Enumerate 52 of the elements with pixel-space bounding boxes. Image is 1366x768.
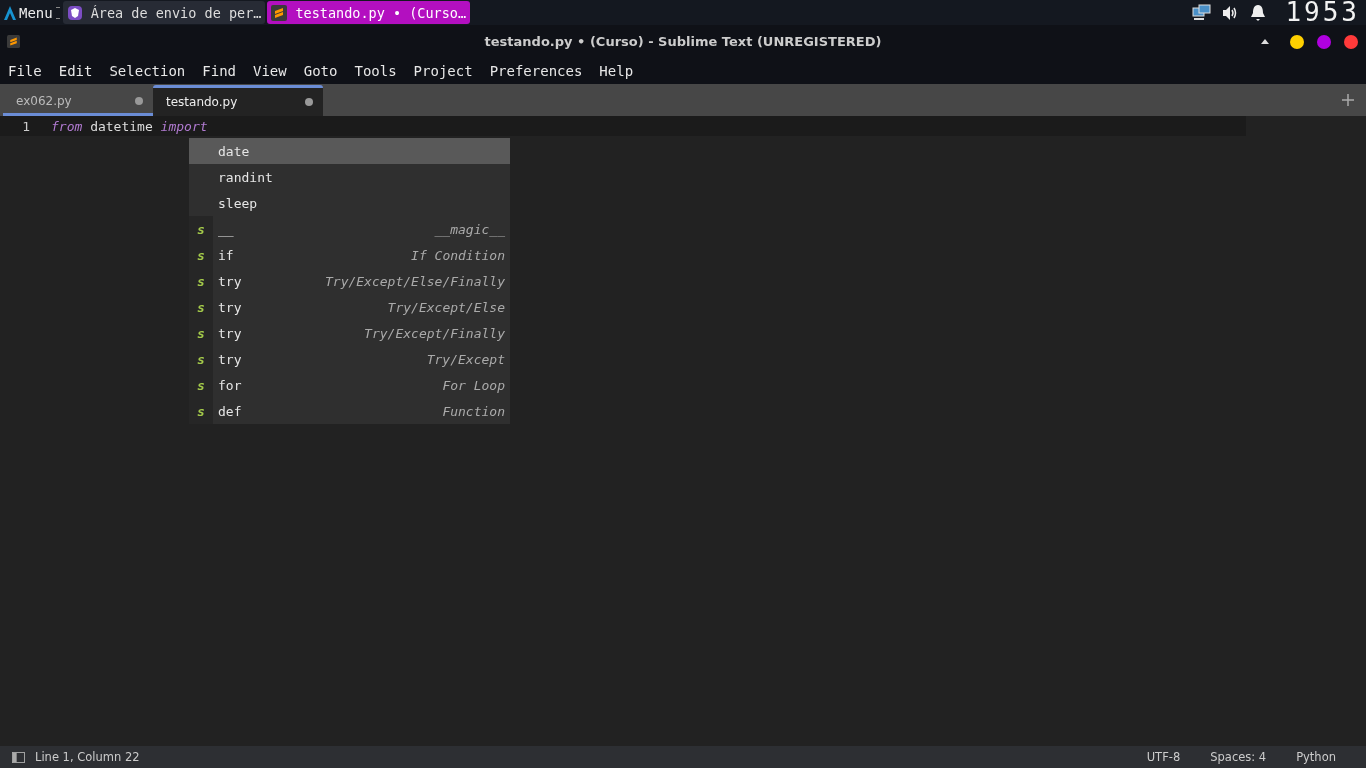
maximize-button[interactable] bbox=[1317, 34, 1331, 49]
completion-item[interactable]: s def Function bbox=[189, 398, 510, 424]
window-title: testando.py • (Curso) - Sublime Text (UNREGISTERED) bbox=[484, 34, 882, 49]
snippet-kind-badge: s bbox=[189, 242, 213, 268]
sublime-logo-icon bbox=[271, 4, 288, 21]
snippet-kind-badge: s bbox=[189, 320, 213, 346]
menu-item[interactable]: Selection bbox=[109, 63, 186, 79]
menu-item[interactable]: Find bbox=[202, 63, 236, 79]
taskbar-window-button[interactable]: testando.py • (Curso… bbox=[267, 1, 471, 24]
sublime-logo-icon bbox=[7, 35, 20, 48]
completion-item[interactable]: s try Try/Except/Finally bbox=[189, 320, 510, 346]
encoding-label[interactable]: UTF-8 bbox=[1146, 750, 1181, 764]
menu-item[interactable]: File bbox=[8, 63, 42, 79]
caret-up-icon[interactable] bbox=[1261, 39, 1269, 44]
menu-item[interactable]: Tools bbox=[354, 63, 397, 79]
line-number: 1 bbox=[21, 118, 30, 134]
network-computers-icon[interactable] bbox=[1191, 3, 1214, 22]
completion-item[interactable]: s try Try/Except bbox=[189, 346, 510, 372]
app-menu-button[interactable]: Menu bbox=[0, 4, 55, 21]
menu-item[interactable]: Help bbox=[599, 63, 634, 79]
syntax-label[interactable]: Python bbox=[1296, 750, 1336, 764]
completion-item[interactable]: s try Try/Except/Else/Finally bbox=[189, 268, 510, 294]
triangle-logo-icon bbox=[4, 5, 16, 20]
indentation-label[interactable]: Spaces: 4 bbox=[1210, 750, 1267, 764]
cursor-position: Line 1, Column 22 bbox=[35, 750, 140, 764]
plus-icon[interactable] bbox=[1342, 94, 1354, 106]
minimize-button[interactable] bbox=[1290, 34, 1304, 49]
menu-item[interactable]: Project bbox=[413, 63, 473, 79]
code-line: from datetime import bbox=[51, 118, 208, 134]
snippet-kind-badge: s bbox=[189, 294, 213, 320]
snippet-kind-badge: s bbox=[189, 346, 213, 372]
snippet-kind-badge: s bbox=[189, 216, 213, 242]
completion-item[interactable]: s __ __magic__ bbox=[189, 216, 510, 242]
sidebar-toggle-icon[interactable] bbox=[12, 751, 25, 763]
snippet-kind-badge: s bbox=[189, 372, 213, 398]
completion-item[interactable]: s try Try/Except/Else bbox=[189, 294, 510, 320]
completion-item[interactable]: randint bbox=[189, 164, 510, 190]
clock: 1953 bbox=[1285, 0, 1360, 25]
completion-item[interactable]: s for For Loop bbox=[189, 372, 510, 398]
grip-icon bbox=[55, 6, 60, 19]
menu-item[interactable]: View bbox=[253, 63, 287, 79]
snippet-kind-badge: s bbox=[189, 398, 213, 424]
taskbar-window-button[interactable]: Área de envio de per… bbox=[62, 1, 266, 24]
menu-item[interactable]: Goto bbox=[303, 63, 338, 79]
snippet-kind-badge: s bbox=[189, 268, 213, 294]
completion-item[interactable]: sleep bbox=[189, 190, 510, 216]
completion-item[interactable]: s if If Condition bbox=[189, 242, 510, 268]
menu-item[interactable]: Edit bbox=[58, 63, 93, 79]
menu-item[interactable]: Preferences bbox=[489, 63, 583, 79]
completion-item[interactable]: date bbox=[189, 138, 510, 164]
file-tab[interactable]: testando.py bbox=[153, 85, 323, 116]
close-button[interactable] bbox=[1344, 34, 1358, 49]
